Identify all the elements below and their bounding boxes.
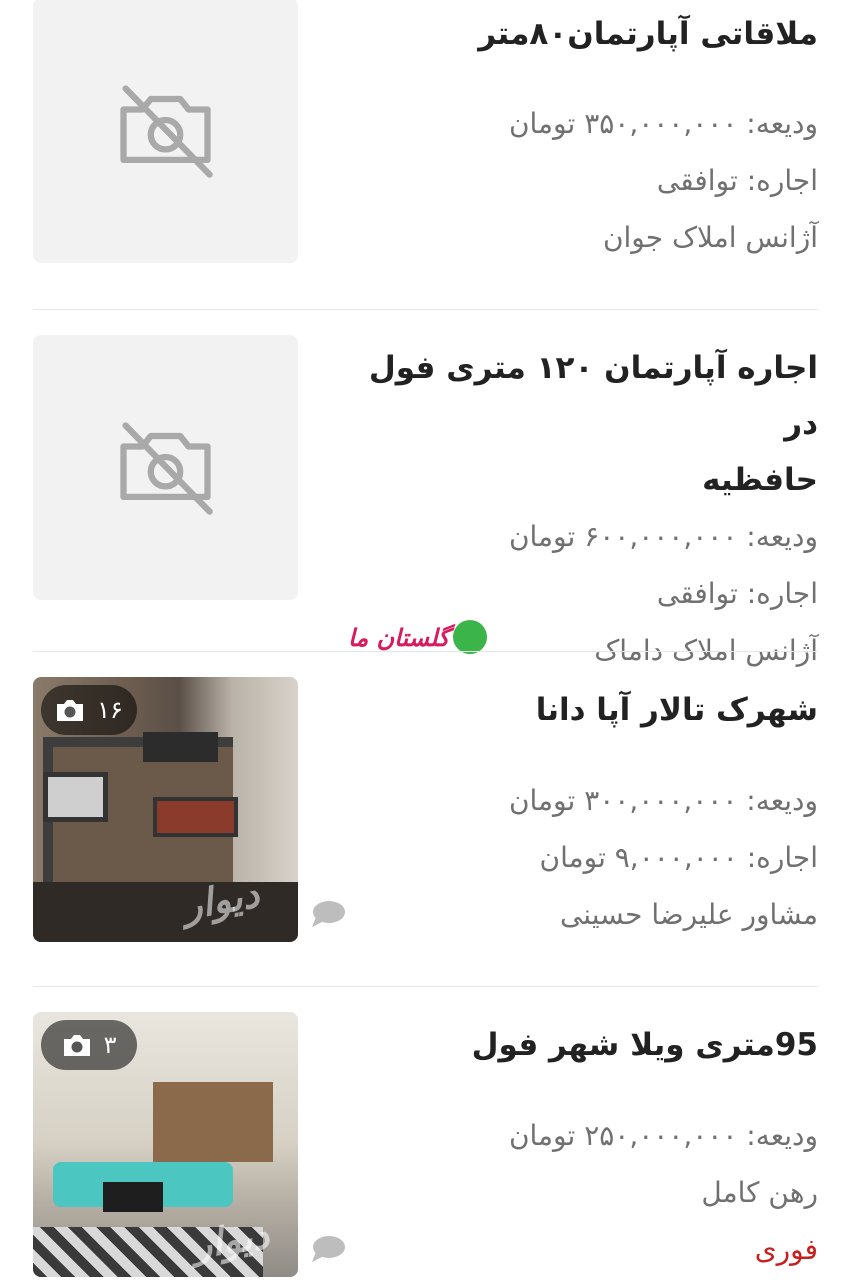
room-table [103, 1182, 163, 1212]
building-window [153, 797, 238, 837]
listing-title: ملاقاتی آپارتمان۸۰متر [478, 16, 818, 52]
listing-agency: مشاور علیرضا حسینی [559, 898, 818, 931]
listing-photo[interactable]: ۱۶ دیوار [33, 677, 298, 942]
listing-card[interactable]: ۱۶ دیوار شهرک تالار آپا دانا ودیعه: ۳۰۰,… [33, 677, 818, 942]
listing-card[interactable]: ۳ دیوار 95متری ویلا شهر فول ودیعه: ۲۵۰,۰… [33, 1012, 818, 1280]
listing-rent: رهن کامل [701, 1176, 818, 1209]
brand-watermark-text: گلستان ما [348, 622, 450, 652]
listing-title-line2: حافظیه [702, 462, 818, 498]
listing-deposit: ودیعه: ۶۰۰,۰۰۰,۰۰۰ تومان [508, 520, 818, 553]
listing-thumbnail[interactable] [33, 0, 298, 263]
listing-list: ملاقاتی آپارتمان۸۰متر ودیعه: ۳۵۰,۰۰۰,۰۰۰… [0, 0, 851, 1280]
listing-deposit: ودیعه: ۳۰۰,۰۰۰,۰۰۰ تومان [508, 784, 818, 817]
listing-deposit: ودیعه: ۳۵۰,۰۰۰,۰۰۰ تومان [508, 107, 818, 140]
chat-icon[interactable] [310, 1234, 346, 1264]
listing-agency: آژانس املاک جوان [602, 221, 818, 254]
divider [33, 309, 818, 310]
listing-rent: اجاره: توافقی [656, 577, 818, 610]
listing-deposit: ودیعه: ۲۵۰,۰۰۰,۰۰۰ تومان [508, 1119, 818, 1152]
urgent-tag: فوری [754, 1233, 818, 1266]
camera-icon [57, 700, 84, 721]
brand-logo-icon [453, 620, 488, 654]
listing-title: شهرک تالار آپا دانا [535, 692, 818, 728]
listing-thumbnail[interactable] [33, 335, 298, 600]
divider [33, 651, 818, 652]
listing-rent: اجاره: توافقی [656, 164, 818, 197]
listing-title: 95متری ویلا شهر فول [471, 1027, 818, 1063]
photo-count: ۳ [103, 1031, 117, 1059]
listing-info: شهرک تالار آپا دانا ودیعه: ۳۰۰,۰۰۰,۰۰۰ ت… [348, 677, 818, 943]
listing-card[interactable]: ملاقاتی آپارتمان۸۰متر ودیعه: ۳۵۰,۰۰۰,۰۰۰… [33, 0, 818, 265]
photo-count-badge: ۳ [41, 1020, 137, 1070]
listing-info: 95متری ویلا شهر فول ودیعه: ۲۵۰,۰۰۰,۰۰۰ ت… [348, 1012, 818, 1278]
chat-icon[interactable] [310, 899, 346, 929]
photo-count-badge: ۱۶ [41, 685, 137, 735]
building-window [43, 772, 108, 822]
camera-icon [63, 1035, 90, 1056]
divider [33, 986, 818, 987]
room-cabinet [153, 1082, 273, 1162]
photo-count: ۱۶ [97, 696, 123, 724]
listing-info: ملاقاتی آپارتمان۸۰متر ودیعه: ۳۵۰,۰۰۰,۰۰۰… [348, 0, 818, 266]
listing-card[interactable]: اجاره آپارتمان ۱۲۰ متری فول در حافظیه ود… [33, 335, 818, 667]
listing-photo[interactable]: ۳ دیوار [33, 1012, 298, 1277]
listing-title: اجاره آپارتمان ۱۲۰ متری فول در [368, 350, 818, 442]
brand-watermark: گلستان ما [348, 620, 488, 654]
no-image-icon [120, 85, 213, 178]
building-window [143, 732, 218, 762]
listing-rent: اجاره: ۹,۰۰۰,۰۰۰ تومان [539, 841, 818, 874]
no-image-icon [120, 422, 213, 515]
